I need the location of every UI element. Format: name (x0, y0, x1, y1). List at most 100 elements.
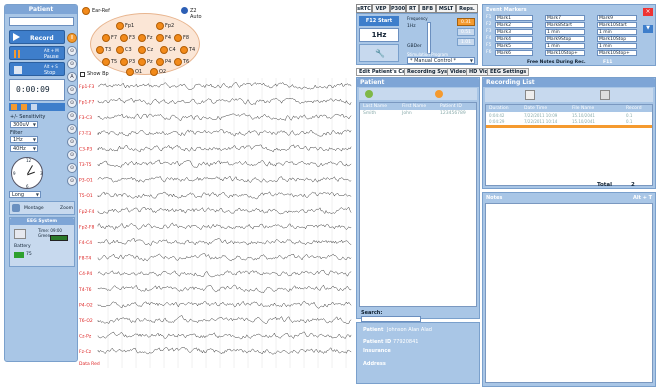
col-date-time[interactable]: Date Time (524, 106, 547, 111)
electrode-t5-icon[interactable] (102, 58, 110, 66)
skip-icon[interactable] (31, 104, 37, 110)
side-button-7[interactable]: ⊙ (67, 111, 77, 121)
value-btn-3[interactable]: 1.01 (457, 38, 475, 46)
electrode-o2-icon[interactable] (150, 68, 158, 76)
table-cell[interactable]: 0:04:29 (489, 119, 504, 124)
add-patient-icon[interactable] (365, 90, 373, 98)
value-btn-1[interactable]: 0.31 (457, 18, 475, 26)
tab-reps[interactable]: Reps. (456, 4, 478, 13)
side-button-10[interactable]: ⊙ (67, 150, 77, 160)
marker-input[interactable]: Mark10Start (597, 22, 637, 28)
edit-patient-icon[interactable] (435, 90, 443, 98)
electrode-c3-icon[interactable] (116, 46, 124, 54)
table-cell[interactable]: 15.10/2041 (572, 119, 595, 124)
patient-name-field[interactable] (9, 17, 74, 26)
tab-mslt[interactable]: MSLT (436, 4, 456, 13)
electrode-fp2-icon[interactable] (156, 22, 164, 30)
marker-input[interactable]: Mark10Stop (597, 36, 637, 42)
tab-vep[interactable]: VEP (372, 4, 390, 13)
table-cell[interactable]: 7/22/2011 10:09 (524, 113, 557, 118)
electrode-pz-icon[interactable] (138, 58, 146, 66)
value-btn-2[interactable]: 0.51 (457, 28, 475, 36)
stim-program-select[interactable]: * Manual Control * (407, 57, 475, 64)
electrode-p4-icon[interactable] (156, 58, 164, 66)
marker-input[interactable]: 1 min (545, 43, 585, 49)
electrode-c4-icon[interactable] (160, 46, 168, 54)
col-record[interactable]: Record (626, 106, 642, 111)
notes-textarea[interactable] (485, 203, 653, 383)
montage-icon[interactable] (12, 204, 20, 212)
marker-input[interactable]: Mark10Stop+ (545, 50, 585, 56)
electrode-f8-icon[interactable] (174, 34, 182, 42)
timer-controls[interactable] (9, 103, 65, 111)
zoom-button[interactable]: Zoom (60, 206, 73, 211)
ref-electrode-icon[interactable] (82, 7, 90, 15)
side-button-5[interactable]: ⊙ (67, 85, 77, 95)
table-cell[interactable]: 0.1 (626, 113, 632, 118)
table-cell[interactable]: 0.1 (626, 119, 632, 124)
col-duration[interactable]: Duration (489, 106, 509, 111)
marker-input[interactable]: Mark7 (545, 15, 585, 21)
side-button-9[interactable]: ⊙ (67, 137, 77, 147)
electrode-f4-icon[interactable] (156, 34, 164, 42)
electrode-t3-icon[interactable] (96, 46, 104, 54)
marker-input[interactable]: 1 min (597, 29, 637, 35)
side-button-1[interactable]: II (67, 33, 77, 43)
tab-srtc[interactable]: sRTC (356, 4, 372, 13)
tab-bfb[interactable]: BFB (419, 4, 436, 13)
electrode-o1-icon[interactable] (126, 68, 134, 76)
side-button-2[interactable]: ⊙ (67, 46, 77, 56)
electrode-t4-icon[interactable] (180, 46, 188, 54)
electrode-f7-icon[interactable] (102, 34, 110, 42)
show-bp-checkbox[interactable] (80, 72, 85, 77)
col-first-name[interactable]: First Name (402, 104, 426, 109)
table-cell[interactable]: 0:04:42 (489, 113, 504, 118)
electrode-f3-icon[interactable] (120, 34, 128, 42)
filter-high-select[interactable]: 40Hz (10, 145, 38, 152)
marker-input[interactable]: Mark8Start (545, 22, 585, 28)
marker-input[interactable]: Mark1 (495, 15, 533, 21)
marker-input[interactable]: Mark3 (495, 29, 533, 35)
auto-ref-icon[interactable] (181, 7, 188, 14)
electrode-cz-icon[interactable] (138, 46, 146, 54)
open-recording-icon[interactable] (525, 90, 535, 100)
chevron-down-icon[interactable]: ▼ (643, 25, 653, 33)
table-cell[interactable]: 7/22/2011 10:14 (524, 119, 557, 124)
col-patient-id[interactable]: Patient ID (440, 104, 462, 109)
marker-input[interactable]: Mark5 (495, 43, 533, 49)
frequency-slider[interactable] (427, 22, 431, 54)
marker-input[interactable]: Mark2 (495, 22, 533, 28)
table-cell[interactable]: 15.10/2041 (572, 113, 595, 118)
col-file-name[interactable]: File Name (572, 106, 594, 111)
sensitivity-select[interactable]: 300uV (10, 121, 38, 128)
side-button-4[interactable]: A (67, 72, 77, 82)
montage-button[interactable]: Montage (24, 206, 44, 211)
settings-wrench-icon[interactable]: 🔧 (359, 44, 399, 62)
marker-input[interactable]: Mark10Stop+ (597, 50, 637, 56)
side-button-12[interactable]: ⊙ (67, 176, 77, 186)
stop-button[interactable]: Alt + S Stop (9, 62, 65, 76)
marker-input[interactable]: 1 min (597, 43, 637, 49)
eeg-waveform-area[interactable]: Fp1-F3 Fp1-F7 F3-C3 F7-T3 C3-P3 T3-T5 P3-O1 T5-… (78, 78, 354, 368)
delete-recording-icon[interactable] (600, 90, 610, 100)
tab-p300[interactable]: P300 (390, 4, 406, 13)
side-button-6[interactable]: ⊙ (67, 98, 77, 108)
electrode-p3-icon[interactable] (120, 58, 128, 66)
marker-input[interactable]: Mark6 (495, 50, 533, 56)
marker-input[interactable]: 1 min (545, 29, 585, 35)
subtab-eeg-settings[interactable]: EEG Settings (487, 68, 530, 76)
record-button[interactable]: Record (9, 30, 65, 44)
close-icon[interactable]: × (643, 8, 653, 16)
col-last-name[interactable]: Last Name (363, 104, 387, 109)
tab-rt[interactable]: RT (406, 4, 419, 13)
rewind-icon[interactable] (11, 104, 17, 110)
side-button-8[interactable]: ⊙ (67, 124, 77, 134)
f12-start-photo-button[interactable]: F12 Start Photo (359, 16, 399, 34)
electrode-fp1-icon[interactable] (116, 22, 124, 30)
side-button-11[interactable]: ⊙ (67, 163, 77, 173)
side-button-3[interactable]: ⊙ (67, 59, 77, 69)
filter-low-select[interactable]: 1Hz (10, 136, 38, 143)
marker-input[interactable]: Mark9Stop (545, 36, 585, 42)
electrode-t6-icon[interactable] (174, 58, 182, 66)
table-row[interactable]: Smith John 123456789 (360, 111, 476, 117)
